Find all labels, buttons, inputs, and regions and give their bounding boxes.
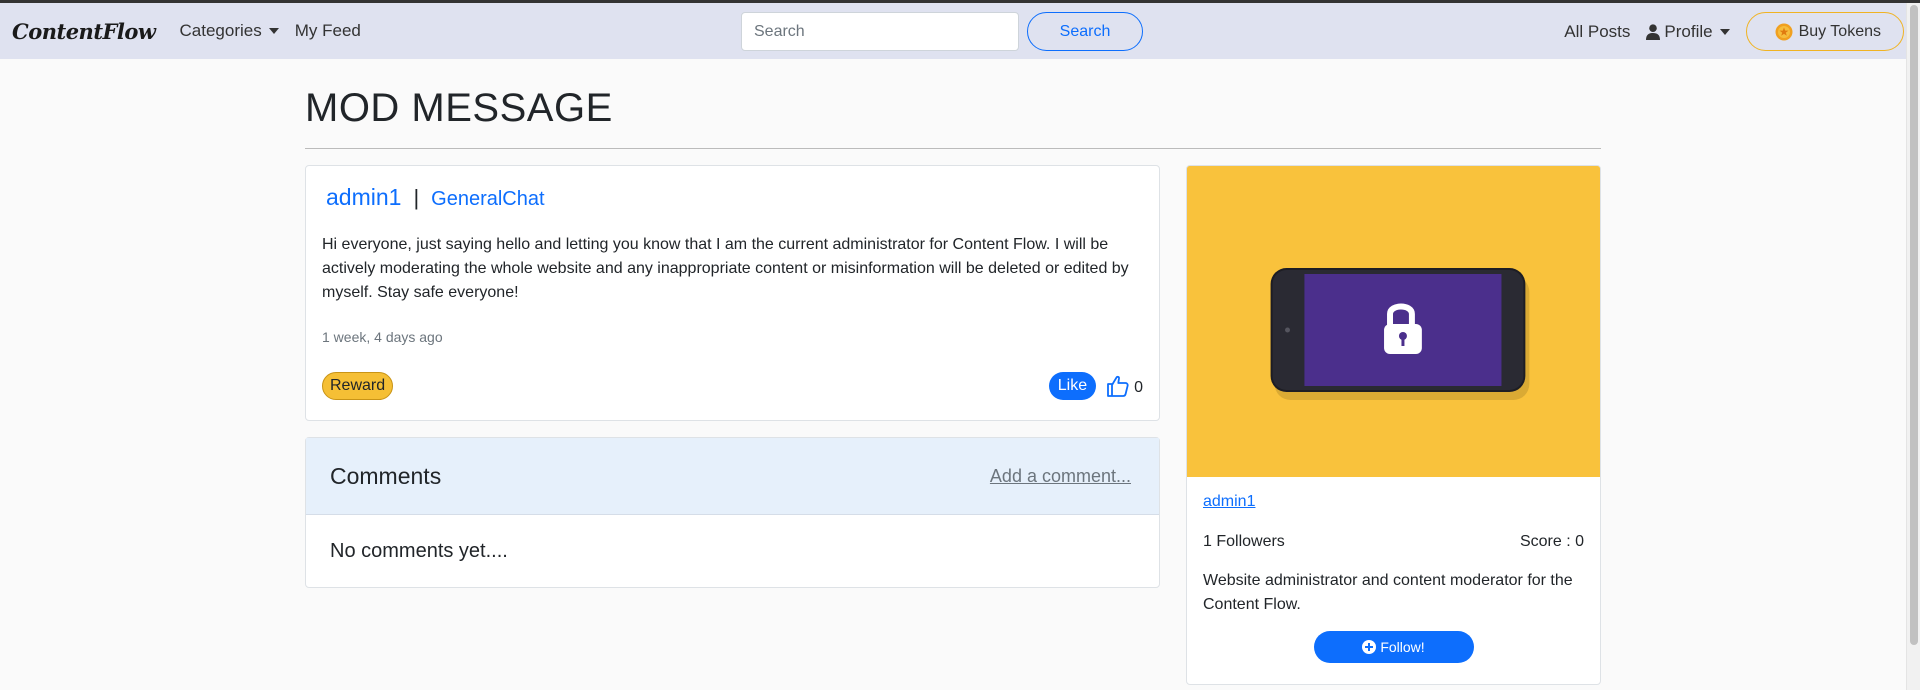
- profile-dropdown[interactable]: Profile: [1646, 21, 1730, 42]
- nav-right: All Posts Profile Buy Tokens: [1564, 12, 1904, 51]
- profile-bio: Website administrator and content modera…: [1203, 572, 1573, 613]
- search-form: Search: [741, 12, 1143, 51]
- categories-dropdown[interactable]: Categories: [180, 21, 279, 41]
- search-button[interactable]: Search: [1027, 12, 1143, 51]
- profile-score: Score : 0: [1519, 533, 1584, 550]
- like-count: 0: [1134, 379, 1143, 396]
- followers-count: 1 Followers: [1203, 533, 1285, 550]
- post-body: Hi everyone, just saying hello and letti…: [322, 236, 1129, 301]
- post-card: admin1 | GeneralChat Hi everyone, just s…: [305, 165, 1160, 421]
- follow-button[interactable]: Follow!: [1313, 631, 1474, 663]
- buy-tokens-label: Buy Tokens: [1798, 22, 1881, 40]
- comments-title: Comments: [330, 462, 442, 489]
- thumbs-up-icon[interactable]: [1106, 374, 1130, 398]
- caret-down-icon: [1719, 28, 1730, 35]
- scrollbar-thumb[interactable]: [1910, 5, 1918, 645]
- profile-stats: 1 Followers Score : 0: [1203, 533, 1584, 551]
- reward-button[interactable]: Reward: [322, 372, 394, 400]
- post-actions: Reward Like 0: [322, 372, 1143, 400]
- search-input[interactable]: [741, 12, 1019, 51]
- add-comment-link[interactable]: Add a comment...: [990, 466, 1131, 487]
- header-separator: |: [413, 185, 420, 210]
- profile-info: admin1 1 Followers Score : 0 Website adm…: [1187, 477, 1600, 679]
- main-content: MOD MESSAGE admin1 | GeneralChat Hi ever…: [305, 62, 1601, 685]
- profile-column: admin1 1 Followers Score : 0 Website adm…: [1186, 165, 1601, 685]
- post-timestamp: 1 week, 4 days ago: [322, 329, 443, 345]
- my-feed-link[interactable]: My Feed: [295, 21, 361, 41]
- plus-circle-icon: [1362, 640, 1377, 654]
- profile-label: Profile: [1664, 21, 1713, 41]
- coin-icon: [1775, 23, 1793, 40]
- caret-down-icon: [268, 28, 279, 34]
- brand-logo[interactable]: ContentFlow: [12, 19, 156, 44]
- profile-name-link[interactable]: admin1: [1203, 493, 1255, 510]
- content-row: admin1 | GeneralChat Hi everyone, just s…: [305, 165, 1601, 685]
- comments-empty-text: No comments yet....: [330, 539, 508, 562]
- buy-tokens-button[interactable]: Buy Tokens: [1745, 12, 1904, 51]
- page-title: MOD MESSAGE: [305, 86, 613, 130]
- like-group: Like 0: [1048, 372, 1143, 400]
- post-header: admin1 | GeneralChat: [322, 184, 1143, 211]
- follow-label: Follow!: [1380, 639, 1425, 655]
- categories-label: Categories: [179, 21, 262, 40]
- person-icon: [1646, 23, 1661, 40]
- like-button[interactable]: Like: [1048, 372, 1097, 400]
- comments-card: Comments Add a comment... No comments ye…: [305, 437, 1160, 588]
- page-scrollbar[interactable]: [1906, 3, 1920, 690]
- post-column: admin1 | GeneralChat Hi everyone, just s…: [305, 165, 1160, 685]
- all-posts-link[interactable]: All Posts: [1564, 22, 1630, 42]
- navbar: ContentFlow Categories My Feed Search Al…: [0, 3, 1920, 59]
- post-author-link[interactable]: admin1: [326, 184, 401, 211]
- profile-card: admin1 1 Followers Score : 0 Website adm…: [1186, 165, 1601, 685]
- post-category-link[interactable]: GeneralChat: [431, 188, 544, 211]
- title-divider: [305, 148, 1601, 149]
- profile-image: [1187, 166, 1600, 477]
- comments-header: Comments Add a comment...: [306, 438, 1159, 515]
